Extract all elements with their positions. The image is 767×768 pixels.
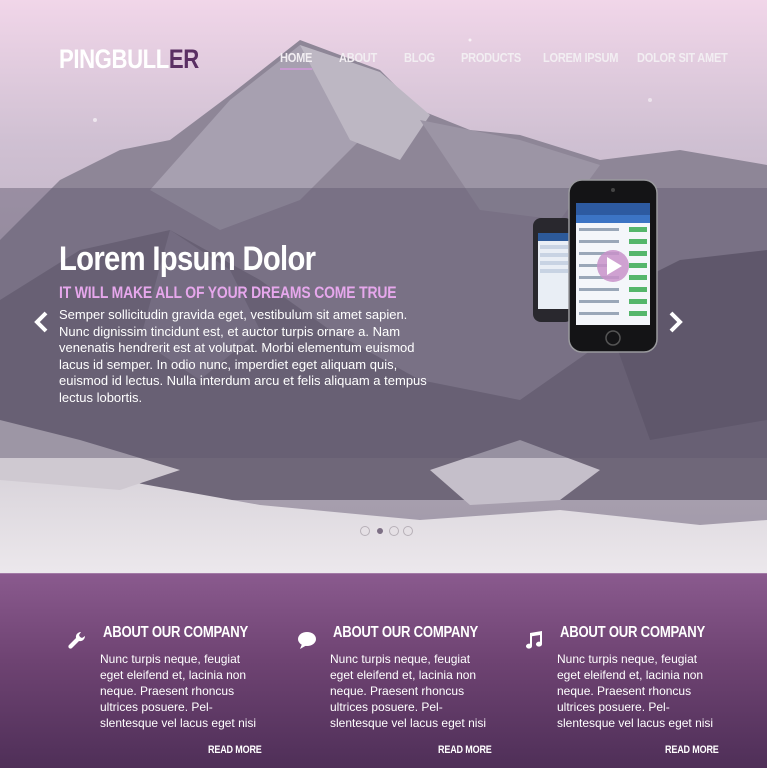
feature-title: ABOUT OUR COMPANY	[103, 624, 248, 641]
feature-text: Nunc turpis neque, feugiat eget eleifend…	[100, 652, 257, 730]
slider-dot-3[interactable]	[389, 526, 399, 536]
speech-bubble-icon	[298, 632, 316, 649]
feature-block-3: ABOUT OUR COMPANY Nunc turpis neque, feu…	[524, 574, 734, 768]
phone-mockup	[568, 179, 658, 353]
main-navigation: HOME ABOUT BLOG PRODUCTS LOREM IPSUM DOL…	[0, 50, 767, 70]
feature-text: Nunc turpis neque, feugiat eget eleifend…	[557, 652, 714, 730]
slide-title: Lorem Ipsum Dolor	[59, 240, 316, 278]
nav-item-about[interactable]: ABOUT	[339, 50, 377, 65]
read-more-link[interactable]: READ MORE	[208, 744, 262, 756]
feature-title: ABOUT OUR COMPANY	[333, 624, 478, 641]
read-more-link[interactable]: READ MORE	[665, 744, 719, 756]
features-section: ABOUT OUR COMPANY Nunc turpis neque, feu…	[0, 573, 767, 768]
feature-block-2: ABOUT OUR COMPANY Nunc turpis neque, feu…	[297, 574, 507, 768]
feature-text: Nunc turpis neque, feugiat eget eleifend…	[330, 652, 487, 730]
nav-item-lorem-ipsum[interactable]: LOREM IPSUM	[543, 50, 618, 65]
feature-title: ABOUT OUR COMPANY	[560, 624, 705, 641]
nav-item-products[interactable]: PRODUCTS	[461, 50, 521, 65]
slide-description: Semper sollicitudin gravida eget, vestib…	[59, 307, 427, 405]
slide-subtitle: IT WILL MAKE ALL OF YOUR DREAMS COME TRU…	[59, 283, 397, 302]
slider-dot-4[interactable]	[403, 526, 413, 536]
chevron-left-icon	[34, 311, 48, 333]
slider-dot-1[interactable]	[360, 526, 370, 536]
chevron-right-icon	[669, 311, 683, 333]
nav-item-home[interactable]: HOME	[280, 50, 312, 70]
slider-next-button[interactable]	[665, 310, 685, 334]
slider-dot-2[interactable]	[375, 526, 385, 536]
music-note-icon	[526, 631, 543, 649]
read-more-link[interactable]: READ MORE	[438, 744, 492, 756]
nav-item-dolor-sit-amet[interactable]: DOLOR SIT AMET	[637, 50, 728, 65]
slider-prev-button[interactable]	[32, 310, 52, 334]
feature-block-1: ABOUT OUR COMPANY Nunc turpis neque, feu…	[67, 574, 277, 768]
nav-item-blog[interactable]: BLOG	[404, 50, 435, 65]
wrench-icon	[68, 631, 86, 649]
